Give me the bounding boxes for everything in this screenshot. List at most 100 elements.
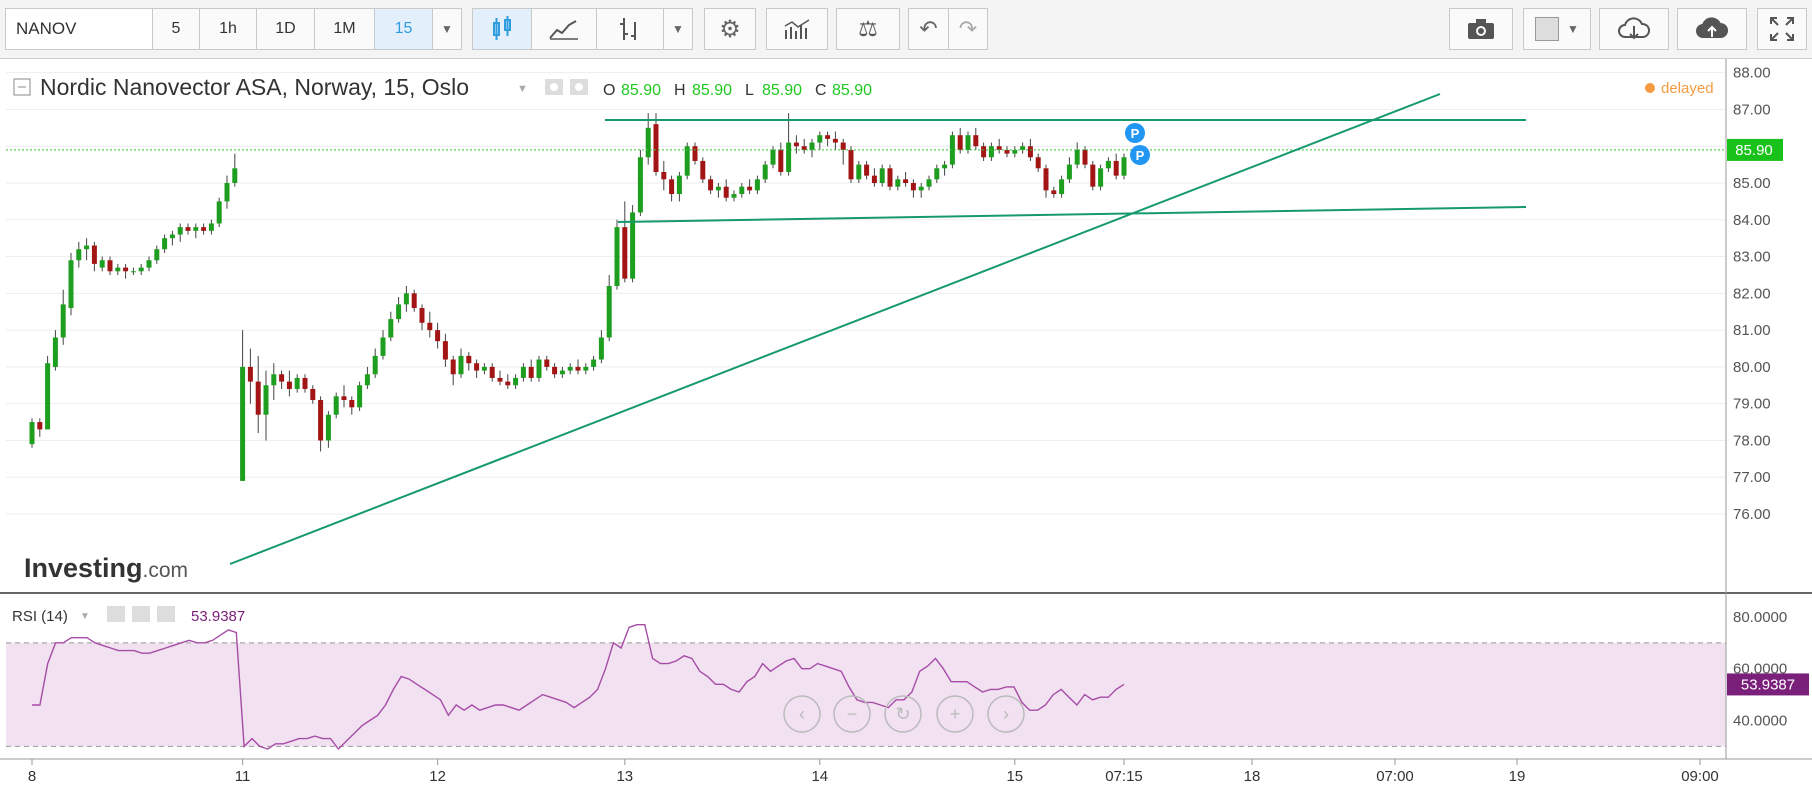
candle-body xyxy=(396,304,402,320)
candle-body xyxy=(645,127,651,158)
candle-body xyxy=(1035,157,1041,169)
candle-body xyxy=(536,359,542,378)
bar-chart-button[interactable] xyxy=(596,8,664,50)
event-marker[interactable]: P xyxy=(1125,123,1145,143)
price-tick-label: 78.00 xyxy=(1733,432,1771,449)
redo-icon: ↷ xyxy=(958,16,978,41)
candle xyxy=(536,355,542,382)
chevron-left-icon: ‹ xyxy=(799,704,805,724)
interval-15[interactable]: 15 xyxy=(374,8,433,50)
interval-1h[interactable]: 1h xyxy=(199,8,257,50)
interval-5[interactable]: 5 xyxy=(152,8,200,50)
chart-type-dropdown[interactable]: ▼ xyxy=(663,8,693,50)
candle xyxy=(1098,164,1104,191)
candle-body xyxy=(996,146,1002,150)
indicators-icon xyxy=(784,19,810,39)
chevron-down-icon[interactable]: ▼ xyxy=(80,611,90,622)
candle-body xyxy=(676,175,682,195)
candle-body xyxy=(240,366,246,481)
time-tick-label: 15 xyxy=(1006,768,1023,785)
candle-body xyxy=(840,142,846,150)
candle xyxy=(357,381,363,412)
candle-body xyxy=(957,135,963,150)
candle-body xyxy=(669,179,675,195)
candle-body xyxy=(715,186,721,191)
candle-body xyxy=(169,234,175,239)
candle-body xyxy=(177,227,183,235)
candle xyxy=(29,418,35,448)
candle-body xyxy=(193,227,199,231)
candle-body xyxy=(598,337,604,360)
reset-icon: ↻ xyxy=(895,704,910,724)
delayed-dot-icon xyxy=(1645,83,1655,93)
camera-icon xyxy=(1468,19,1494,39)
candle-body xyxy=(622,227,628,279)
cloud-upload-icon xyxy=(1696,17,1728,38)
candle xyxy=(1090,160,1096,191)
candle-body xyxy=(1090,164,1096,187)
candle-body xyxy=(123,267,129,272)
candle-body xyxy=(310,388,316,400)
interval-dropdown[interactable]: ▼ xyxy=(432,8,462,50)
close-icon[interactable] xyxy=(157,606,175,622)
eye-icon[interactable] xyxy=(107,606,125,622)
chevron-right-icon: › xyxy=(1003,704,1009,724)
gear-icon[interactable] xyxy=(132,606,150,622)
candle-body xyxy=(115,267,121,272)
candle-body xyxy=(583,366,589,371)
candle-body xyxy=(637,157,643,213)
candle-body xyxy=(965,135,971,150)
interval-1d[interactable]: 1D xyxy=(256,8,315,50)
candle-body xyxy=(684,146,690,176)
symbol-input[interactable]: NANOV xyxy=(5,8,153,50)
candle-body xyxy=(871,175,877,184)
cloud-download-icon xyxy=(1618,17,1650,40)
chart-toolbar: NANOV 5 1h 1D 1M 15 ▼ ▼ ⚙ ⚖ ↶ ↷ ▼ xyxy=(0,0,1812,59)
rsi-overbought-oversold-band xyxy=(6,642,1726,747)
candle-body xyxy=(606,285,612,338)
high-label: H xyxy=(674,82,686,99)
fullscreen-button[interactable] xyxy=(1757,8,1807,50)
time-tick-label: 09:00 xyxy=(1681,768,1719,785)
candle-body xyxy=(559,370,565,375)
candle-body xyxy=(333,396,339,415)
candle-body xyxy=(130,271,136,273)
color-button[interactable]: ▼ xyxy=(1523,8,1591,50)
candle-body xyxy=(762,164,768,180)
price-tick-label: 84.00 xyxy=(1733,212,1771,229)
candle-body xyxy=(739,186,745,195)
candle-body xyxy=(754,179,760,191)
candle-body xyxy=(895,179,901,187)
candle-body xyxy=(138,267,144,272)
candle-body xyxy=(723,186,729,198)
time-tick-label: 8 xyxy=(28,768,36,785)
candle-body xyxy=(614,227,620,286)
rsi-tick-label: 40.0000 xyxy=(1733,713,1787,730)
candle-body xyxy=(474,363,480,371)
line-chart-button[interactable] xyxy=(531,8,597,50)
price-tick-label: 82.00 xyxy=(1733,285,1771,302)
candle-body xyxy=(934,168,940,180)
redo-button[interactable]: ↷ xyxy=(948,8,988,50)
indicators-button[interactable] xyxy=(766,8,828,50)
event-marker[interactable]: P xyxy=(1130,145,1150,165)
candle-body xyxy=(708,179,714,191)
cloud-upload-button[interactable] xyxy=(1677,8,1747,50)
snapshot-button[interactable] xyxy=(1449,8,1513,50)
candle-body xyxy=(419,308,425,323)
compare-button[interactable]: ⚖ xyxy=(836,8,900,50)
chevron-down-icon[interactable]: ▼ xyxy=(517,83,528,95)
time-tick-label: 19 xyxy=(1509,768,1526,785)
settings-button[interactable]: ⚙ xyxy=(704,8,756,50)
candle-body xyxy=(185,227,191,231)
undo-button[interactable]: ↶ xyxy=(908,8,949,50)
candle-body xyxy=(255,381,261,415)
candles-button[interactable] xyxy=(472,8,532,50)
candle-body xyxy=(302,377,308,389)
candle-body xyxy=(435,330,441,342)
price-chart[interactable]: Investing.com P P 76.0077.0078.0079.0080… xyxy=(0,59,1812,785)
cloud-download-button[interactable] xyxy=(1599,8,1669,50)
chart-area[interactable]: Investing.com P P 76.00 77.00 78.00 79.00 80… xyxy=(0,59,1812,785)
candle-body xyxy=(1082,149,1088,165)
interval-1m[interactable]: 1M xyxy=(314,8,375,50)
